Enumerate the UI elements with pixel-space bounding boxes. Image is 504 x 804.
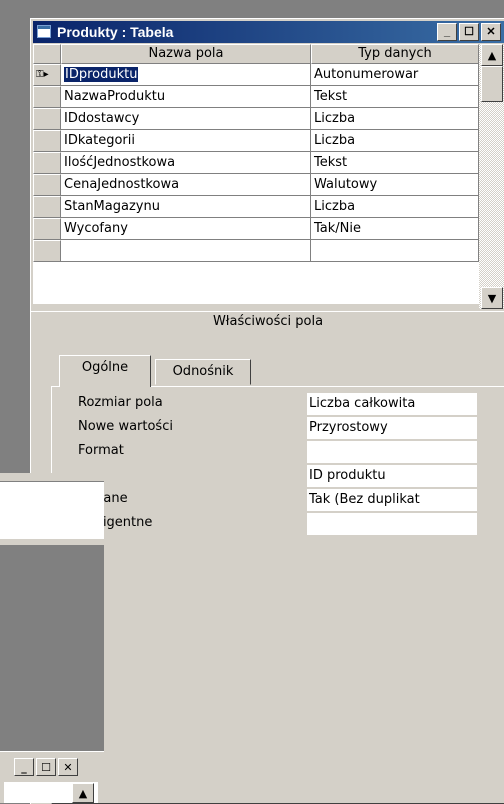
row-selector[interactable] <box>33 218 61 240</box>
data-type-cell[interactable]: Liczba <box>311 130 479 152</box>
field-properties-title: Właściwości pola <box>31 311 504 332</box>
table-icon <box>37 25 51 38</box>
table-row[interactable]: StanMagazynu Liczba <box>33 196 479 218</box>
minimize-button[interactable]: _ <box>437 23 457 41</box>
property-label-field-size: Rozmiar pola <box>78 395 163 410</box>
field-name-cell[interactable]: CenaJednostkowa <box>61 174 311 196</box>
title-bar[interactable]: Produkty : Tabela _ ☐ ✕ <box>33 21 504 43</box>
property-value-new-values[interactable]: Przyrostowy <box>307 417 477 439</box>
property-value-caption[interactable]: ID produktu <box>307 465 477 487</box>
grid-corner-header[interactable] <box>33 44 61 64</box>
data-type-cell[interactable]: Liczba <box>311 196 479 218</box>
data-type-cell[interactable]: Tak/Nie <box>311 218 479 240</box>
tab-general[interactable]: Ogólne <box>59 355 151 387</box>
data-type-cell[interactable]: Tekst <box>311 86 479 108</box>
table-row[interactable]: IDdostawcy Liczba <box>33 108 479 130</box>
overlapping-window-workspace <box>0 545 104 751</box>
field-name-cell[interactable]: IlośćJednostkowa <box>61 152 311 174</box>
property-value-indexed[interactable]: Tak (Bez duplikat <box>307 489 477 511</box>
row-selector[interactable] <box>33 108 61 130</box>
second-window-close-button[interactable]: ✕ <box>58 758 78 776</box>
field-name-value: IDproduktu <box>64 67 139 82</box>
tab-lookup[interactable]: Odnośnik <box>155 359 251 385</box>
window-title: Produkty : Tabela <box>57 24 174 40</box>
overlapping-window-content <box>0 481 104 540</box>
field-name-cell[interactable]: IDkategorii <box>61 130 311 152</box>
overlapping-window: _ ☐ ✕ ▲ <box>0 473 104 803</box>
field-grid: Nazwa pola Typ danych ⚿▸ IDproduktu Auto… <box>33 44 479 304</box>
maximize-button[interactable]: ☐ <box>459 23 479 41</box>
row-selector[interactable] <box>33 152 61 174</box>
scroll-up-button[interactable]: ▲ <box>481 44 503 66</box>
row-selector[interactable] <box>33 196 61 218</box>
close-button[interactable]: ✕ <box>481 23 501 41</box>
table-row[interactable]: ⚿▸ IDproduktu Autonumerowar <box>33 64 479 86</box>
second-window-maximize-button[interactable]: ☐ <box>36 758 56 776</box>
row-selector[interactable] <box>33 130 61 152</box>
row-selector[interactable] <box>33 174 61 196</box>
field-name-cell[interactable]: NazwaProduktu <box>61 86 311 108</box>
scroll-down-button[interactable]: ▼ <box>481 287 503 309</box>
scroll-thumb[interactable] <box>481 66 503 102</box>
data-type-cell[interactable] <box>311 240 479 262</box>
table-row[interactable]: NazwaProduktu Tekst <box>33 86 479 108</box>
table-row[interactable]: CenaJednostkowa Walutowy <box>33 174 479 196</box>
row-selector[interactable] <box>33 240 61 262</box>
overlapping-window-frame <box>0 473 104 481</box>
table-row-new[interactable] <box>33 240 479 262</box>
table-row[interactable]: IDkategorii Liczba <box>33 130 479 152</box>
field-name-cell[interactable] <box>61 240 311 262</box>
column-header-data-type[interactable]: Typ danych <box>311 44 479 64</box>
data-type-cell[interactable]: Walutowy <box>311 174 479 196</box>
table-row[interactable]: IlośćJednostkowa Tekst <box>33 152 479 174</box>
properties-panel: Rozmiar pola Liczba całkowita Nowe warto… <box>51 386 504 804</box>
data-type-cell[interactable]: Autonumerowar <box>311 64 479 86</box>
data-type-cell[interactable]: Liczba <box>311 108 479 130</box>
field-name-cell[interactable]: IDdostawcy <box>61 108 311 130</box>
property-label-new-values: Nowe wartości <box>78 419 173 434</box>
row-selector[interactable]: ⚿▸ <box>33 64 61 86</box>
table-row[interactable]: Wycofany Tak/Nie <box>33 218 479 240</box>
primary-key-icon: ⚿▸ <box>36 69 49 80</box>
property-value-field-size[interactable]: Liczba całkowita <box>307 393 477 415</box>
field-name-cell[interactable]: IDproduktu <box>61 64 311 86</box>
column-header-field-name[interactable]: Nazwa pola <box>61 44 311 64</box>
property-value-smart-tags[interactable] <box>307 513 477 535</box>
second-window-scroll-up-button[interactable]: ▲ <box>72 783 94 803</box>
second-window: _ ☐ ✕ ▲ <box>0 751 104 803</box>
vertical-scrollbar[interactable]: ▲ ▼ <box>479 44 504 309</box>
property-label-format: Format <box>78 443 124 458</box>
second-window-minimize-button[interactable]: _ <box>14 758 34 776</box>
field-name-cell[interactable]: Wycofany <box>61 218 311 240</box>
property-value-format[interactable] <box>307 441 477 463</box>
field-name-cell[interactable]: StanMagazynu <box>61 196 311 218</box>
data-type-cell[interactable]: Tekst <box>311 152 479 174</box>
row-selector[interactable] <box>33 86 61 108</box>
